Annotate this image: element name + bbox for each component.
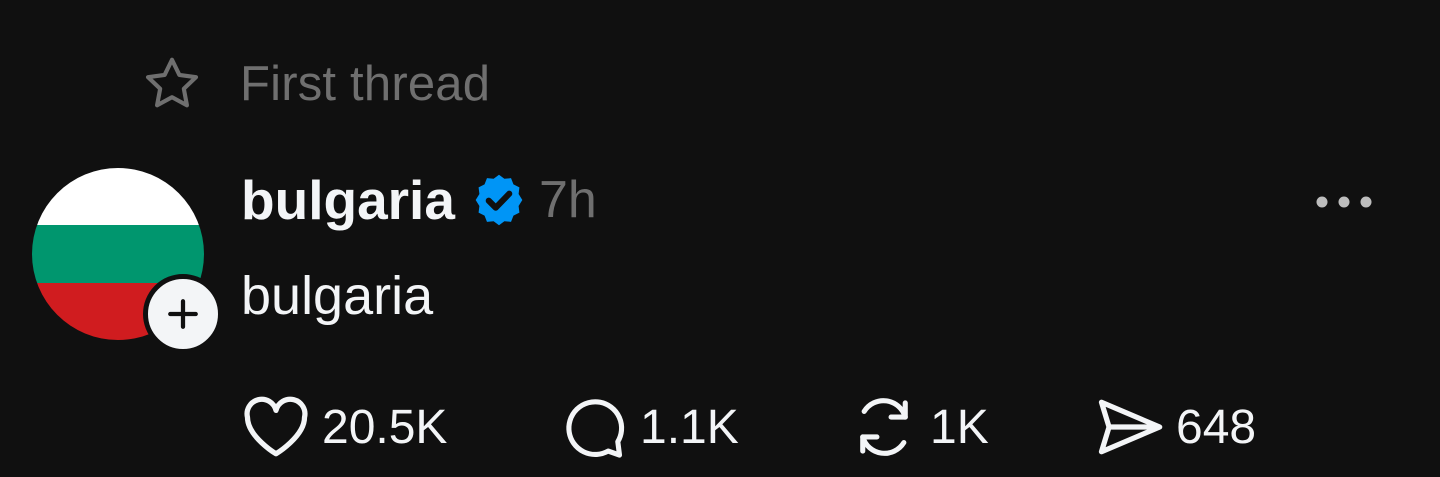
send-icon	[1092, 392, 1168, 462]
like-count: 20.5K	[322, 400, 448, 454]
post-actions: 20.5K 1.1K 1K 648	[238, 392, 1282, 462]
star-icon[interactable]	[140, 52, 204, 116]
like-button[interactable]: 20.5K	[238, 392, 556, 462]
post-body-text: bulgaria	[241, 266, 434, 326]
plus-icon	[168, 299, 198, 329]
thread-context-label: First thread	[240, 57, 491, 111]
flag-white-band	[32, 168, 204, 226]
heart-icon	[238, 392, 314, 462]
author-username[interactable]: bulgaria	[241, 168, 455, 232]
post-header: bulgaria 7h	[241, 168, 597, 232]
reply-count: 1.1K	[640, 400, 739, 454]
author-avatar[interactable]	[32, 168, 223, 354]
comment-icon	[556, 392, 632, 462]
ellipsis-icon	[1316, 196, 1372, 208]
share-button[interactable]: 648	[1092, 392, 1282, 462]
share-count: 648	[1176, 400, 1257, 454]
thread-context: First thread	[140, 52, 490, 116]
repost-button[interactable]: 1K	[846, 392, 1092, 462]
follow-button[interactable]	[143, 274, 223, 354]
repost-count: 1K	[930, 400, 989, 454]
repost-icon	[846, 392, 922, 462]
post-timestamp[interactable]: 7h	[539, 170, 597, 230]
verified-badge-icon	[471, 172, 527, 228]
more-options-button[interactable]	[1308, 180, 1380, 224]
reply-button[interactable]: 1.1K	[556, 392, 846, 462]
